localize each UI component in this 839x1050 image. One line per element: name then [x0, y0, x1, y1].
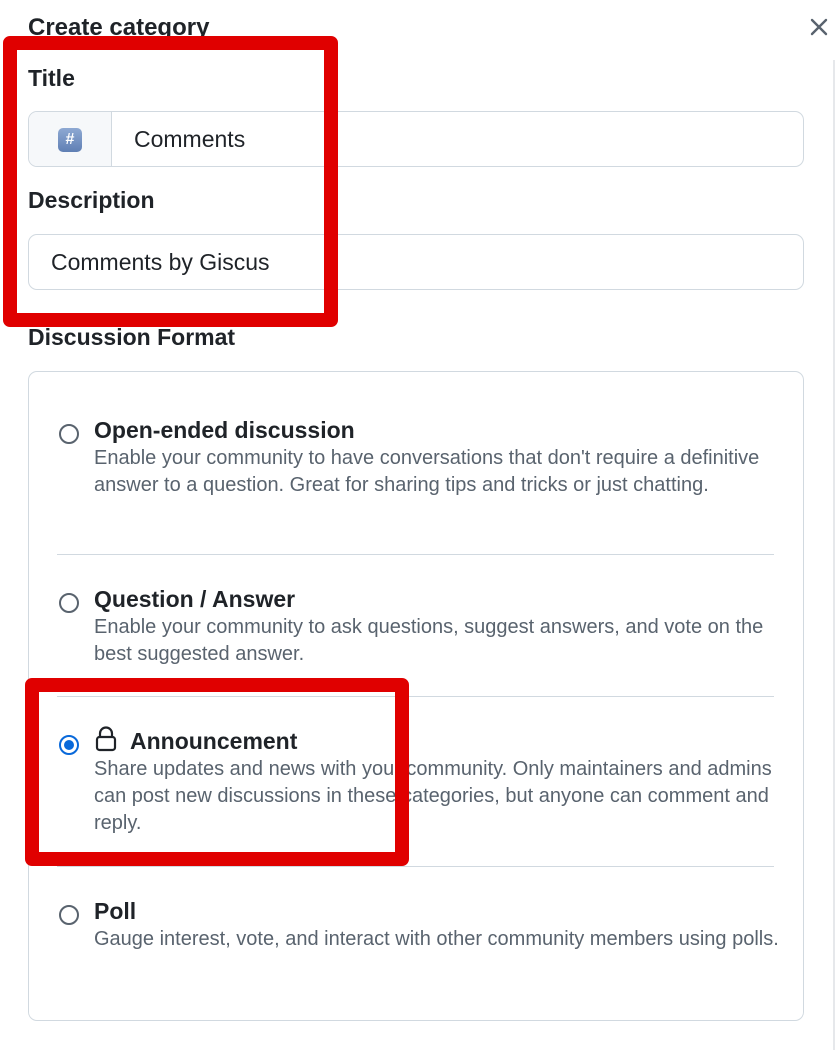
format-title: Poll [94, 898, 137, 924]
format-option-poll[interactable]: Poll Gauge interest, vote, and interact … [29, 893, 803, 1003]
description-field[interactable]: Comments by Giscus [28, 234, 804, 290]
title-field[interactable]: # Comments [28, 111, 804, 167]
format-description: Enable your community to ask questions, … [94, 616, 764, 665]
lock-icon [95, 726, 117, 752]
create-category-dialog: Create category Title # Comments Descrip… [0, 0, 839, 1050]
divider [57, 696, 774, 697]
emoji-picker-button[interactable]: # [29, 112, 112, 166]
discussion-format-label: Discussion Format [28, 324, 236, 350]
description-label: Description [28, 187, 155, 213]
question-answer-radio[interactable] [59, 593, 79, 613]
format-option-question-answer[interactable]: Question / Answer Enable your community … [29, 581, 803, 691]
discussion-format-group: Open-ended discussion Enable your commun… [28, 371, 804, 1021]
announcement-radio[interactable] [59, 735, 79, 755]
poll-radio[interactable] [59, 905, 79, 925]
format-option-announcement[interactable]: Announcement Share updates and news with… [29, 723, 803, 863]
format-description: Enable your community to have conversati… [94, 447, 760, 496]
format-title: Question / Answer [94, 586, 296, 612]
format-option-open-ended[interactable]: Open-ended discussion Enable your commun… [29, 412, 803, 552]
format-title: Announcement [130, 728, 298, 754]
title-input[interactable]: Comments [134, 112, 245, 166]
dialog-scrollbar-edge [833, 60, 835, 1050]
format-description: Share updates and news with your communi… [94, 758, 772, 834]
open-ended-radio[interactable] [59, 424, 79, 444]
divider [57, 866, 774, 867]
description-input[interactable]: Comments by Giscus [51, 235, 270, 289]
divider [57, 554, 774, 555]
close-icon[interactable] [806, 14, 832, 40]
dialog-title: Create category [28, 14, 210, 41]
title-label: Title [28, 65, 75, 91]
format-description: Gauge interest, vote, and interact with … [94, 928, 779, 950]
format-title: Open-ended discussion [94, 417, 355, 443]
hash-emoji-icon: # [58, 128, 82, 152]
